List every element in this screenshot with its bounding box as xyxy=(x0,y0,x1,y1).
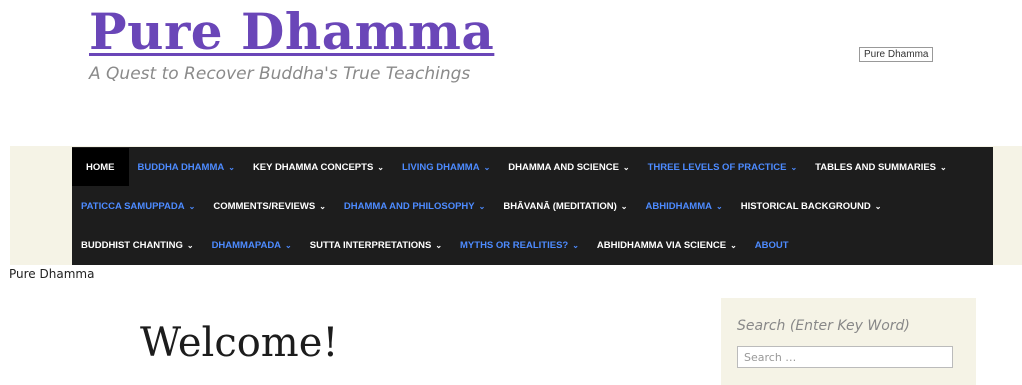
search-widget-title: Search (Enter Key Word) xyxy=(737,318,910,334)
nav-item-dhamma-and-science[interactable]: DHAMMA AND SCIENCE ⌄ xyxy=(499,148,638,186)
nav-item-label: LIVING DHAMMA xyxy=(401,161,480,173)
nav-item-label: TABLES AND SUMMARIES xyxy=(815,161,937,173)
nav-item-comments-reviews[interactable]: COMMENTS/REVIEWS ⌄ xyxy=(204,187,335,225)
nav-item-label: DHAMMA AND PHILOSOPHY xyxy=(343,200,475,212)
nav-item-label: BUDDHA DHAMMA xyxy=(137,161,225,173)
chevron-down-icon: ⌄ xyxy=(186,240,194,250)
nav-row-1: HOME BUDDHA DHAMMA ⌄ KEY DHAMMA CONCEPTS ⌄ LI… xyxy=(72,148,956,186)
chevron-down-icon: ⌄ xyxy=(620,201,628,211)
nav-row-3: BUDDHIST CHANTING ⌄ DHAMMAPADA ⌄ SUTTA INTER… xyxy=(72,226,798,264)
nav-item-myths-or-realities[interactable]: MYTHS OR REALITIES? ⌄ xyxy=(451,226,588,264)
nav-item-label: ABHIDHAMMA VIA SCIENCE xyxy=(596,239,727,251)
nav-item-label: MYTHS OR REALITIES? xyxy=(460,239,569,251)
nav-item-label: HISTORICAL BACKGROUND xyxy=(740,200,871,212)
nav-item-label: THREE LEVELS OF PRACTICE xyxy=(647,161,787,173)
nav-item-home[interactable]: HOME xyxy=(72,148,129,186)
nav-item-label: HOME xyxy=(86,161,115,173)
nav-item-label: BHĀVANĀ (MEDITATION) xyxy=(503,200,617,212)
main-navigation: HOME BUDDHA DHAMMA ⌄ KEY DHAMMA CONCEPTS ⌄ LI… xyxy=(72,147,993,265)
nav-item-label: KEY DHAMMA CONCEPTS xyxy=(252,161,374,173)
chevron-down-icon: ⌄ xyxy=(572,240,579,250)
chevron-down-icon: ⌄ xyxy=(622,162,630,172)
nav-item-abhidhamma-via-science[interactable]: ABHIDHAMMA VIA SCIENCE ⌄ xyxy=(588,226,746,264)
sidebar-search-widget: Search (Enter Key Word) xyxy=(721,298,976,385)
page-heading: Welcome! xyxy=(140,320,339,366)
nav-item-buddhist-chanting[interactable]: BUDDHIST CHANTING ⌄ xyxy=(72,226,203,264)
chevron-down-icon: ⌄ xyxy=(940,162,947,172)
nav-row-2: PATICCA SAMUPPADA ⌄ COMMENTS/REVIEWS ⌄ DHAMM… xyxy=(72,187,890,225)
chevron-down-icon: ⌄ xyxy=(435,240,443,250)
nav-item-label: ABOUT xyxy=(754,239,789,251)
chevron-down-icon: ⌄ xyxy=(188,201,196,211)
chevron-down-icon: ⌄ xyxy=(319,201,326,211)
nav-item-label: COMMENTS/REVIEWS xyxy=(213,200,316,212)
nav-item-dhamma-and-philosophy[interactable]: DHAMMA AND PHILOSOPHY ⌄ xyxy=(335,187,494,225)
nav-item-label: SUTTA INTERPRETATIONS xyxy=(309,239,432,251)
nav-item-sutta-interpretations[interactable]: SUTTA INTERPRETATIONS ⌄ xyxy=(301,226,451,264)
chevron-down-icon: ⌄ xyxy=(377,162,384,172)
chevron-down-icon: ⌄ xyxy=(483,162,491,172)
chevron-down-icon: ⌄ xyxy=(285,240,292,250)
nav-item-abhidhamma[interactable]: ABHIDHAMMA ⌄ xyxy=(637,187,732,225)
site-title-link[interactable]: Pure Dhamma xyxy=(89,2,494,62)
chevron-down-icon: ⌄ xyxy=(730,240,737,250)
nav-item-about[interactable]: ABOUT xyxy=(746,226,798,264)
nav-item-label: DHAMMA AND SCIENCE xyxy=(508,161,619,173)
nav-item-dhammapada[interactable]: DHAMMAPADA ⌄ xyxy=(203,226,301,264)
header-badge: Pure Dhamma xyxy=(859,47,934,62)
nav-item-living-dhamma[interactable]: LIVING DHAMMA ⌄ xyxy=(393,148,499,186)
nav-item-paticca-samuppada[interactable]: PATICCA SAMUPPADA ⌄ xyxy=(72,187,204,225)
chevron-down-icon: ⌄ xyxy=(716,201,723,211)
chevron-down-icon: ⌄ xyxy=(874,201,882,211)
breadcrumb: Pure Dhamma xyxy=(9,267,95,281)
chevron-down-icon: ⌄ xyxy=(228,162,235,172)
nav-item-three-levels-of-practice[interactable]: THREE LEVELS OF PRACTICE ⌄ xyxy=(639,148,807,186)
nav-item-buddha-dhamma[interactable]: BUDDHA DHAMMA ⌄ xyxy=(129,148,244,186)
nav-item-tables-and-summaries[interactable]: TABLES AND SUMMARIES ⌄ xyxy=(806,148,956,186)
nav-item-label: BUDDHIST CHANTING xyxy=(81,239,183,251)
nav-item-label: DHAMMAPADA xyxy=(211,239,282,251)
nav-item-key-dhamma-concepts[interactable]: KEY DHAMMA CONCEPTS ⌄ xyxy=(244,148,393,186)
chevron-down-icon: ⌄ xyxy=(478,201,486,211)
nav-item-historical-background[interactable]: HISTORICAL BACKGROUND ⌄ xyxy=(732,187,891,225)
nav-item-label: PATICCA SAMUPPADA xyxy=(81,200,185,212)
site-tagline: A Quest to Recover Buddha's True Teachin… xyxy=(89,64,471,84)
nav-item-label: ABHIDHAMMA xyxy=(645,200,713,212)
chevron-down-icon: ⌄ xyxy=(790,162,798,172)
nav-item-bh-van-meditation[interactable]: BHĀVANĀ (MEDITATION) ⌄ xyxy=(494,187,636,225)
search-input[interactable] xyxy=(737,346,953,368)
